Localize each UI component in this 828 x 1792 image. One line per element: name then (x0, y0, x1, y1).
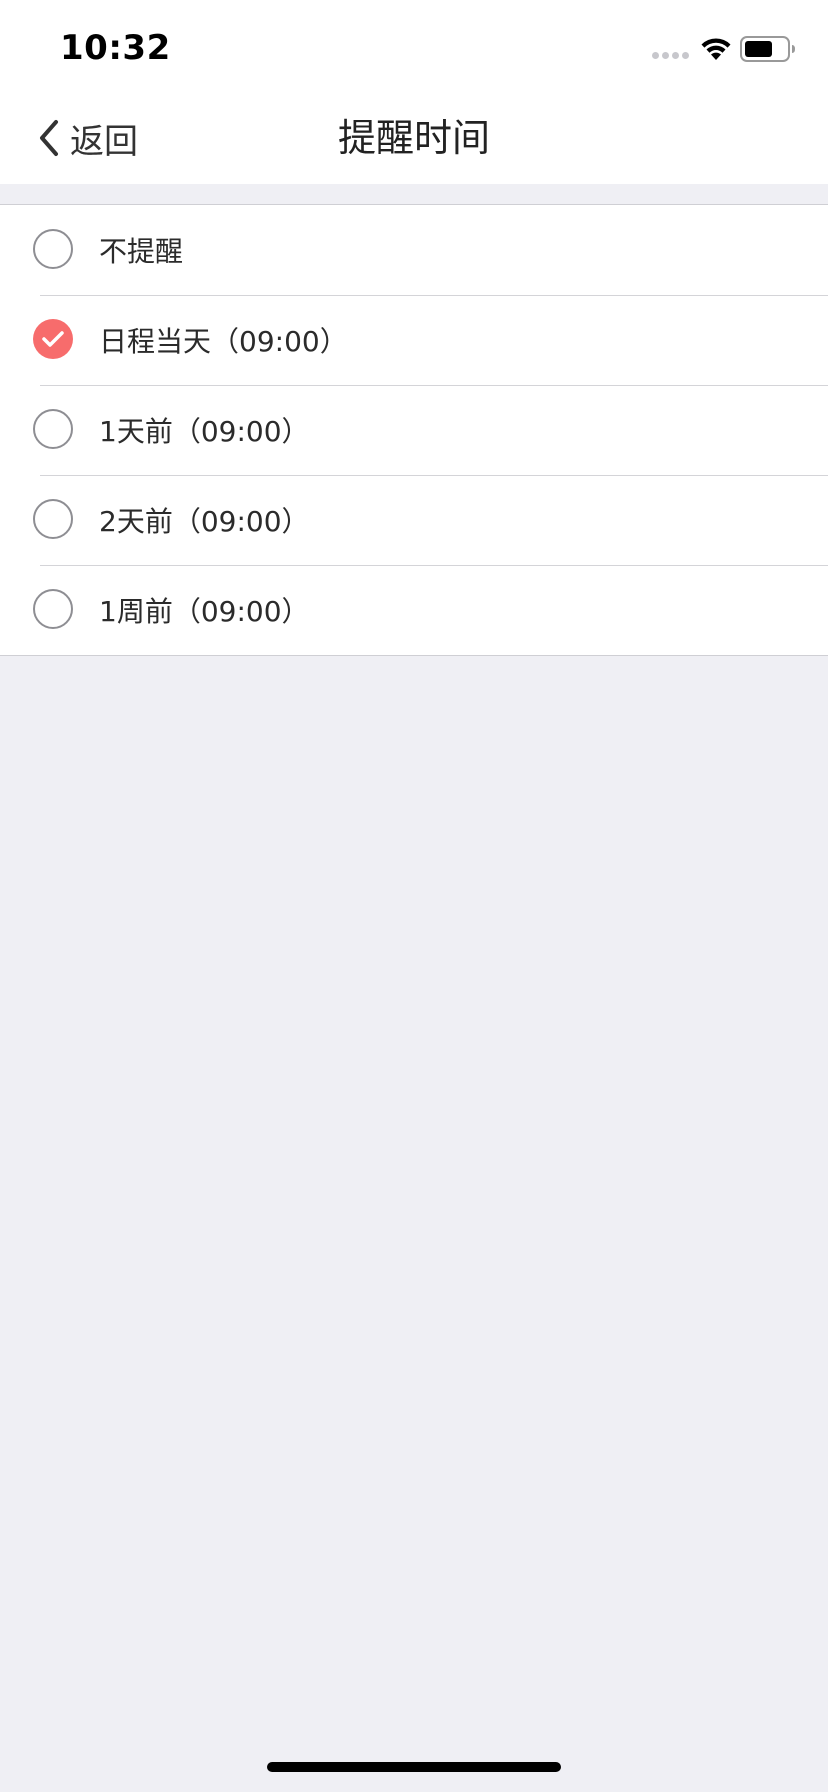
reminder-option-same-day[interactable]: 日程当天（09:00） (0, 295, 828, 385)
reminder-option-1-day-before[interactable]: 1天前（09:00） (0, 385, 828, 475)
wifi-icon (701, 38, 731, 60)
option-label: 2天前（09:00） (99, 505, 310, 538)
page-title: 提醒时间 (337, 116, 490, 160)
reminder-option-list: 不提醒 日程当天（09:00） 1天前（09:00） 2天前（09:00） 1周… (0, 204, 828, 656)
radio-unchecked-icon[interactable] (33, 229, 73, 269)
radio-unchecked-icon[interactable] (33, 499, 73, 539)
option-label: 不提醒 (99, 235, 184, 268)
option-label: 1周前（09:00） (99, 595, 310, 628)
option-label: 1天前（09:00） (99, 415, 310, 448)
radio-unchecked-icon[interactable] (33, 589, 73, 629)
option-label: 日程当天（09:00） (99, 325, 348, 358)
reminder-option-1-week-before[interactable]: 1周前（09:00） (0, 565, 828, 655)
radio-checked-icon[interactable] (33, 319, 73, 359)
home-indicator[interactable] (267, 1762, 561, 1772)
status-bar: 10:32 (0, 0, 828, 92)
cellular-signal-icon (652, 52, 689, 59)
reminder-option-2-days-before[interactable]: 2天前（09:00） (0, 475, 828, 565)
battery-icon (740, 36, 795, 62)
navigation-bar: 返回 提醒时间 (0, 92, 828, 184)
radio-unchecked-icon[interactable] (33, 409, 73, 449)
reminder-option-none[interactable]: 不提醒 (0, 205, 828, 295)
status-time: 10:32 (60, 28, 171, 68)
